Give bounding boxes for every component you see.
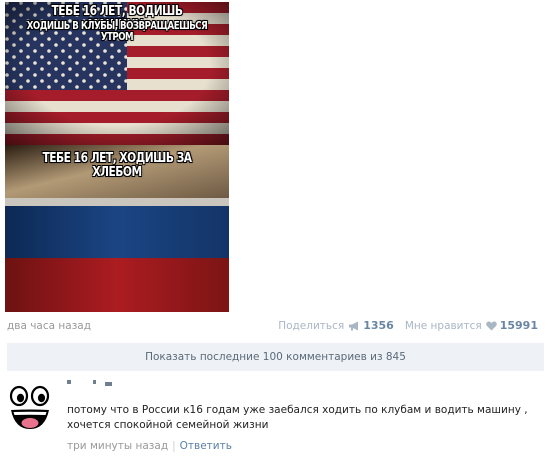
comment-meta: три минуты назад | Ответить [67, 440, 232, 452]
like-button[interactable]: Мне нравится 15991 [405, 319, 538, 332]
post-timestamp[interactable]: два часа назад [7, 320, 91, 332]
awesome-face-icon [9, 385, 50, 429]
avatar[interactable] [8, 385, 52, 431]
heart-icon [485, 321, 497, 331]
meme-caption-top-line2: ХОДИШЬ В КЛУБЫ, ВОЗВРАЩАЕШЬСЯ УТРОМ [26, 20, 208, 44]
comment-time[interactable]: три минуты назад [67, 440, 168, 452]
reply-button[interactable]: Ответить [180, 440, 232, 452]
post-actions: Поделиться 1356 Мне нравится 15991 [278, 319, 538, 332]
like-count: 15991 [499, 319, 538, 332]
share-button[interactable]: Поделиться 1356 [278, 319, 394, 332]
share-count: 1356 [363, 319, 394, 332]
post-image[interactable]: ТЕБЕ 16 ЛЕТ, ВОДИШЬ МАШИНУ, ХОДИШЬ В КЛУ… [5, 2, 229, 312]
comment-author-redacted[interactable] [67, 380, 127, 386]
share-label: Поделиться [278, 319, 345, 332]
show-comments-button[interactable]: Показать последние 100 комментариев из 8… [7, 343, 544, 371]
megaphone-icon [348, 321, 360, 331]
comment-text: потому что в России к16 годам уже заебал… [67, 404, 528, 431]
russia-flag [5, 198, 229, 312]
separator: | [172, 440, 176, 452]
meme-caption-bottom: ТЕБЕ 16 ЛЕТ, ХОДИШЬ ЗА ХЛЕБОМ [42, 151, 192, 180]
like-label: Мне нравится [404, 319, 482, 332]
